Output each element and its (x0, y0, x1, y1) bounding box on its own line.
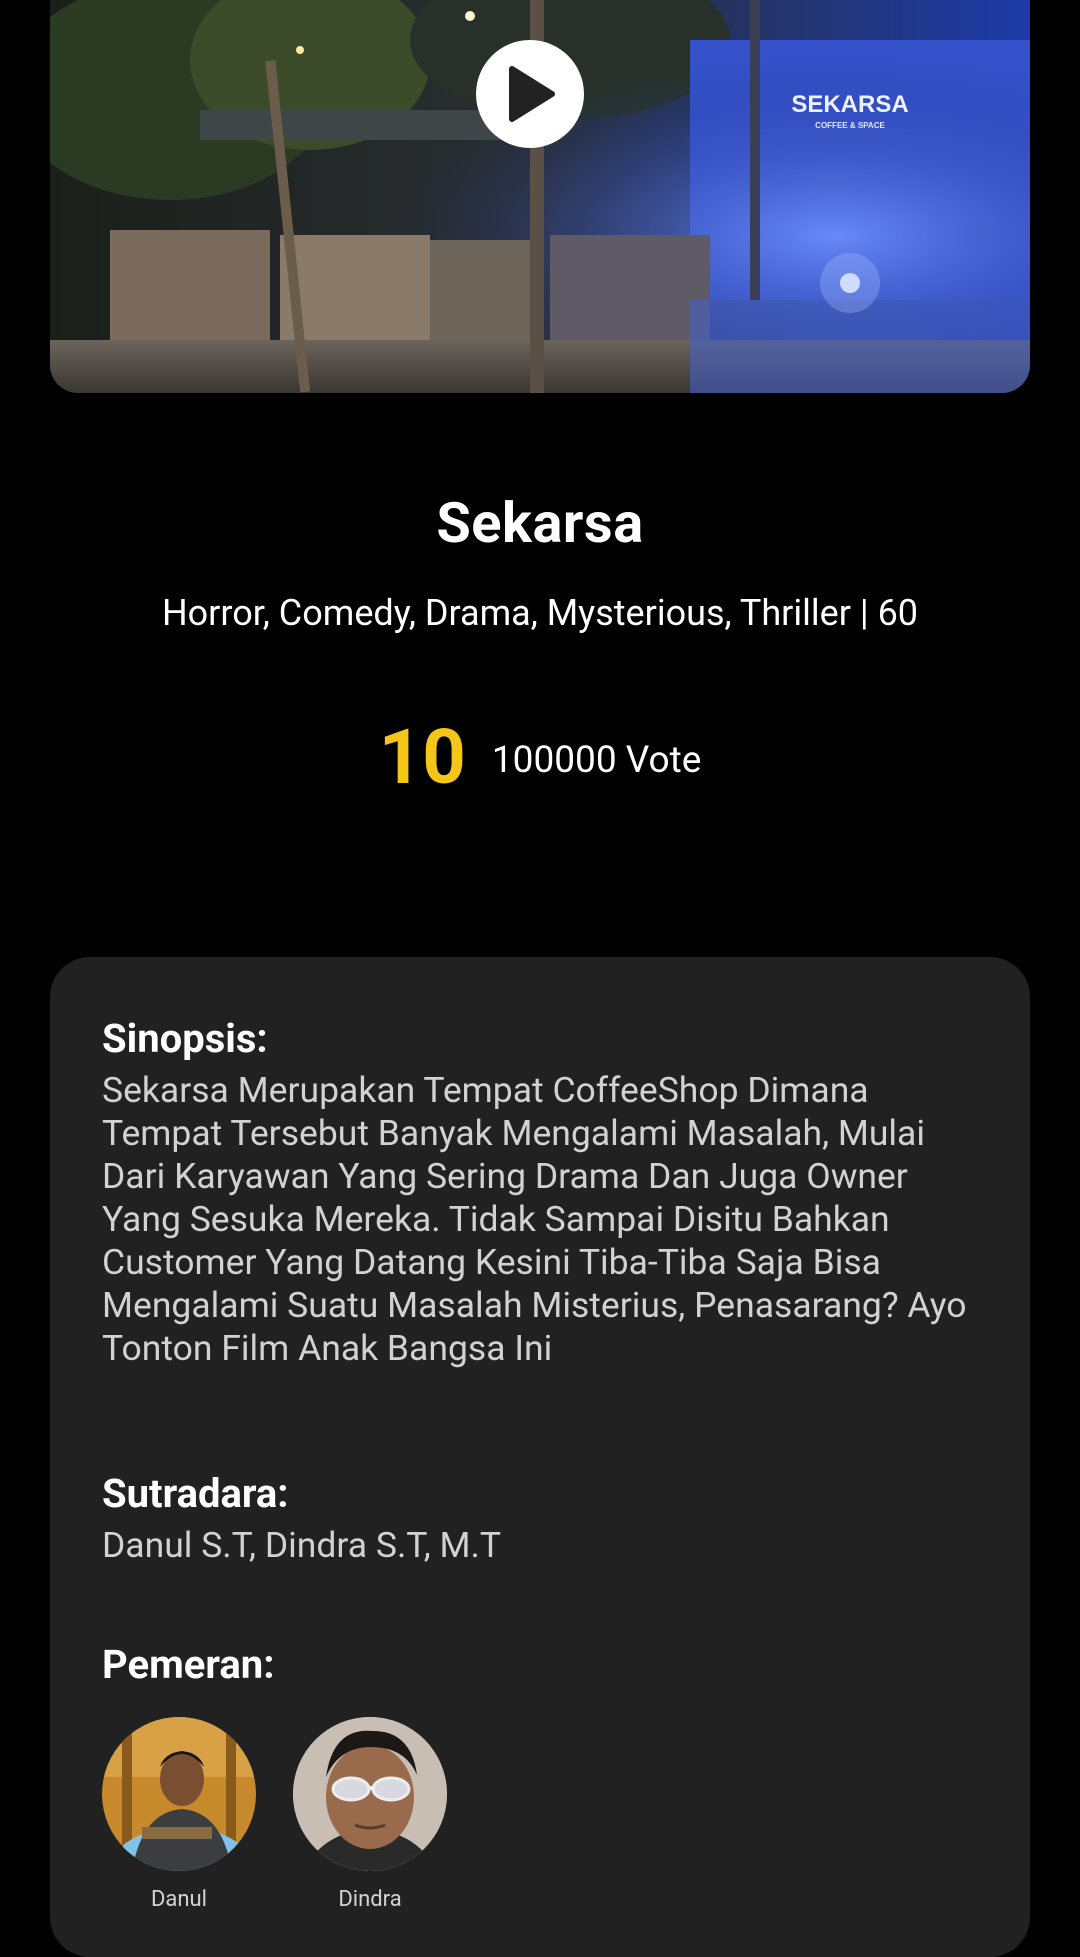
avatar (293, 1717, 447, 1871)
cast-avatar-danul[interactable] (102, 1717, 256, 1871)
play-icon (509, 66, 555, 122)
movie-title: Sekarsa (436, 490, 644, 556)
cast-label: Pemeran: (102, 1641, 275, 1688)
cafe-sign-text: SEKARSA (791, 91, 908, 118)
cast-name: Dindra (338, 1887, 402, 1912)
play-button[interactable] (476, 40, 584, 148)
director-label: Sutradara: (102, 1470, 289, 1517)
vote-count: 100000 Vote (491, 738, 702, 782)
details-card: Sinopsis: Sekarsa Merupakan Tempat Coffe… (50, 957, 1030, 1957)
synopsis-label: Sinopsis: (102, 1015, 268, 1062)
synopsis-text: Sekarsa Merupakan Tempat CoffeeShop Dima… (102, 1069, 967, 1369)
rating-score: 10 (378, 712, 466, 802)
movie-genres-duration: Horror, Comedy, Drama, Mysterious, Thril… (161, 592, 919, 634)
cast-name: Danul (150, 1887, 208, 1912)
avatar (102, 1717, 256, 1871)
cafe-sign-subtext: COFFEE & SPACE (815, 121, 885, 130)
rating-row: 10 100000 Vote (0, 712, 1080, 802)
trailer-thumbnail[interactable]: SEKARSA COFFEE & SPACE (50, 0, 1030, 393)
director-names: Danul S.T, Dindra S.T, M.T (102, 1524, 502, 1566)
cast-avatar-dindra[interactable] (293, 1717, 447, 1871)
